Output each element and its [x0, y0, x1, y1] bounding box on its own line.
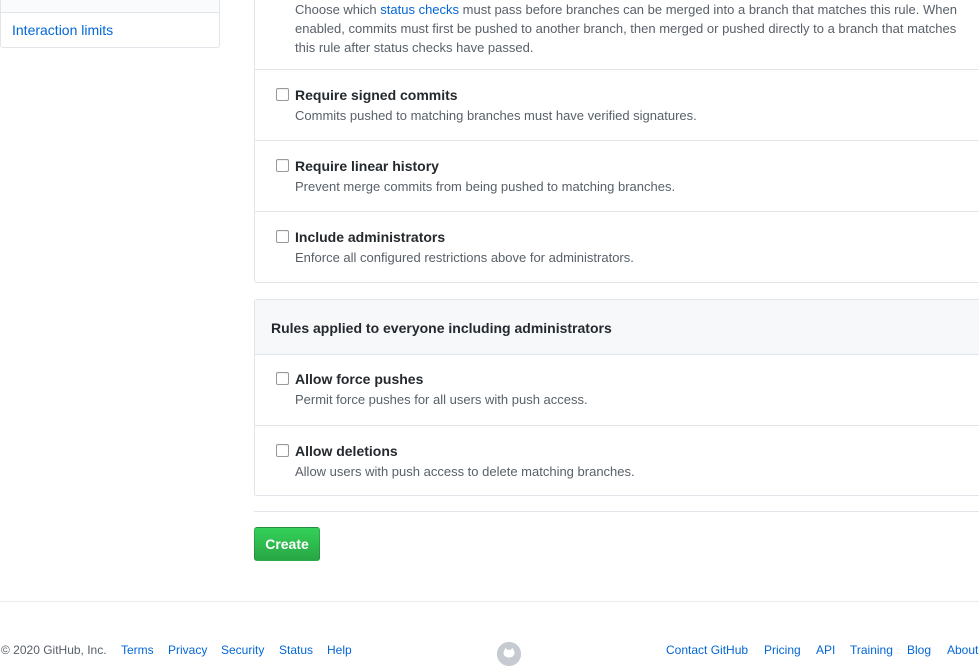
rule-title: Allow force pushes — [295, 371, 424, 387]
footer-link-security[interactable]: Security — [221, 643, 264, 657]
footer-link-contact-github[interactable]: Contact GitHub — [666, 643, 748, 657]
branch-protection-rules-box: Choose which status checks must pass bef… — [254, 0, 979, 283]
github-mark-icon[interactable] — [497, 642, 521, 666]
rule-title: Allow deletions — [295, 443, 398, 459]
site-footer: © 2020 GitHub, Inc. Terms Privacy Securi… — [0, 642, 979, 666]
sidebar-previous-item — [1, 0, 219, 13]
status-checks-link[interactable]: status checks — [380, 2, 459, 17]
require-signed-commits-checkbox[interactable] — [276, 88, 289, 101]
sidebar-item-interaction-limits[interactable]: Interaction limits — [12, 22, 113, 38]
form-divider — [254, 511, 979, 512]
footer-copyright: © 2020 GitHub, Inc. — [1, 643, 107, 657]
everyone-rules-header: Rules applied to everyone including admi… — [255, 300, 979, 355]
rule-include-administrators: Include administrators Enforce all confi… — [255, 211, 979, 283]
require-linear-history-checkbox[interactable] — [276, 159, 289, 172]
rule-title: Require signed commits — [295, 87, 458, 103]
rule-allow-deletions: Allow deletions Allow users with push ac… — [255, 425, 979, 497]
footer-divider — [0, 601, 979, 602]
footer-link-about[interactable]: About — [947, 643, 978, 657]
create-button[interactable]: Create — [254, 527, 320, 561]
footer-link-terms[interactable]: Terms — [121, 643, 154, 657]
rule-require-linear-history: Require linear history Prevent merge com… — [255, 140, 979, 212]
footer-link-training[interactable]: Training — [850, 643, 893, 657]
rule-description: Commits pushed to matching branches must… — [295, 108, 697, 123]
allow-deletions-checkbox[interactable] — [276, 444, 289, 457]
status-checks-description: Choose which status checks must pass bef… — [295, 0, 970, 57]
rule-description: Permit force pushes for all users with p… — [295, 392, 588, 407]
footer-link-status[interactable]: Status — [279, 643, 313, 657]
footer-link-help[interactable]: Help — [327, 643, 352, 657]
section-title: Rules applied to everyone including admi… — [271, 320, 612, 336]
github-mark-icon-svg — [497, 642, 521, 666]
rule-allow-force-pushes: Allow force pushes Permit force pushes f… — [255, 354, 979, 425]
footer-link-privacy[interactable]: Privacy — [168, 643, 207, 657]
rule-description: Allow users with push access to delete m… — [295, 464, 635, 479]
footer-link-pricing[interactable]: Pricing — [764, 643, 801, 657]
rule-title: Require linear history — [295, 158, 439, 174]
include-administrators-checkbox[interactable] — [276, 230, 289, 243]
settings-sidebar: Interaction limits — [0, 0, 220, 48]
footer-link-api[interactable]: API — [816, 643, 835, 657]
rule-title: Include administrators — [295, 229, 446, 245]
rule-description: Prevent merge commits from being pushed … — [295, 179, 676, 194]
allow-force-pushes-checkbox[interactable] — [276, 372, 289, 385]
rule-description: Enforce all configured restrictions abov… — [295, 250, 634, 265]
rule-require-signed-commits: Require signed commits Commits pushed to… — [255, 69, 979, 141]
everyone-rules-box: Rules applied to everyone including admi… — [254, 299, 979, 496]
footer-link-blog[interactable]: Blog — [907, 643, 931, 657]
status-checks-text-before: Choose which — [295, 2, 381, 17]
